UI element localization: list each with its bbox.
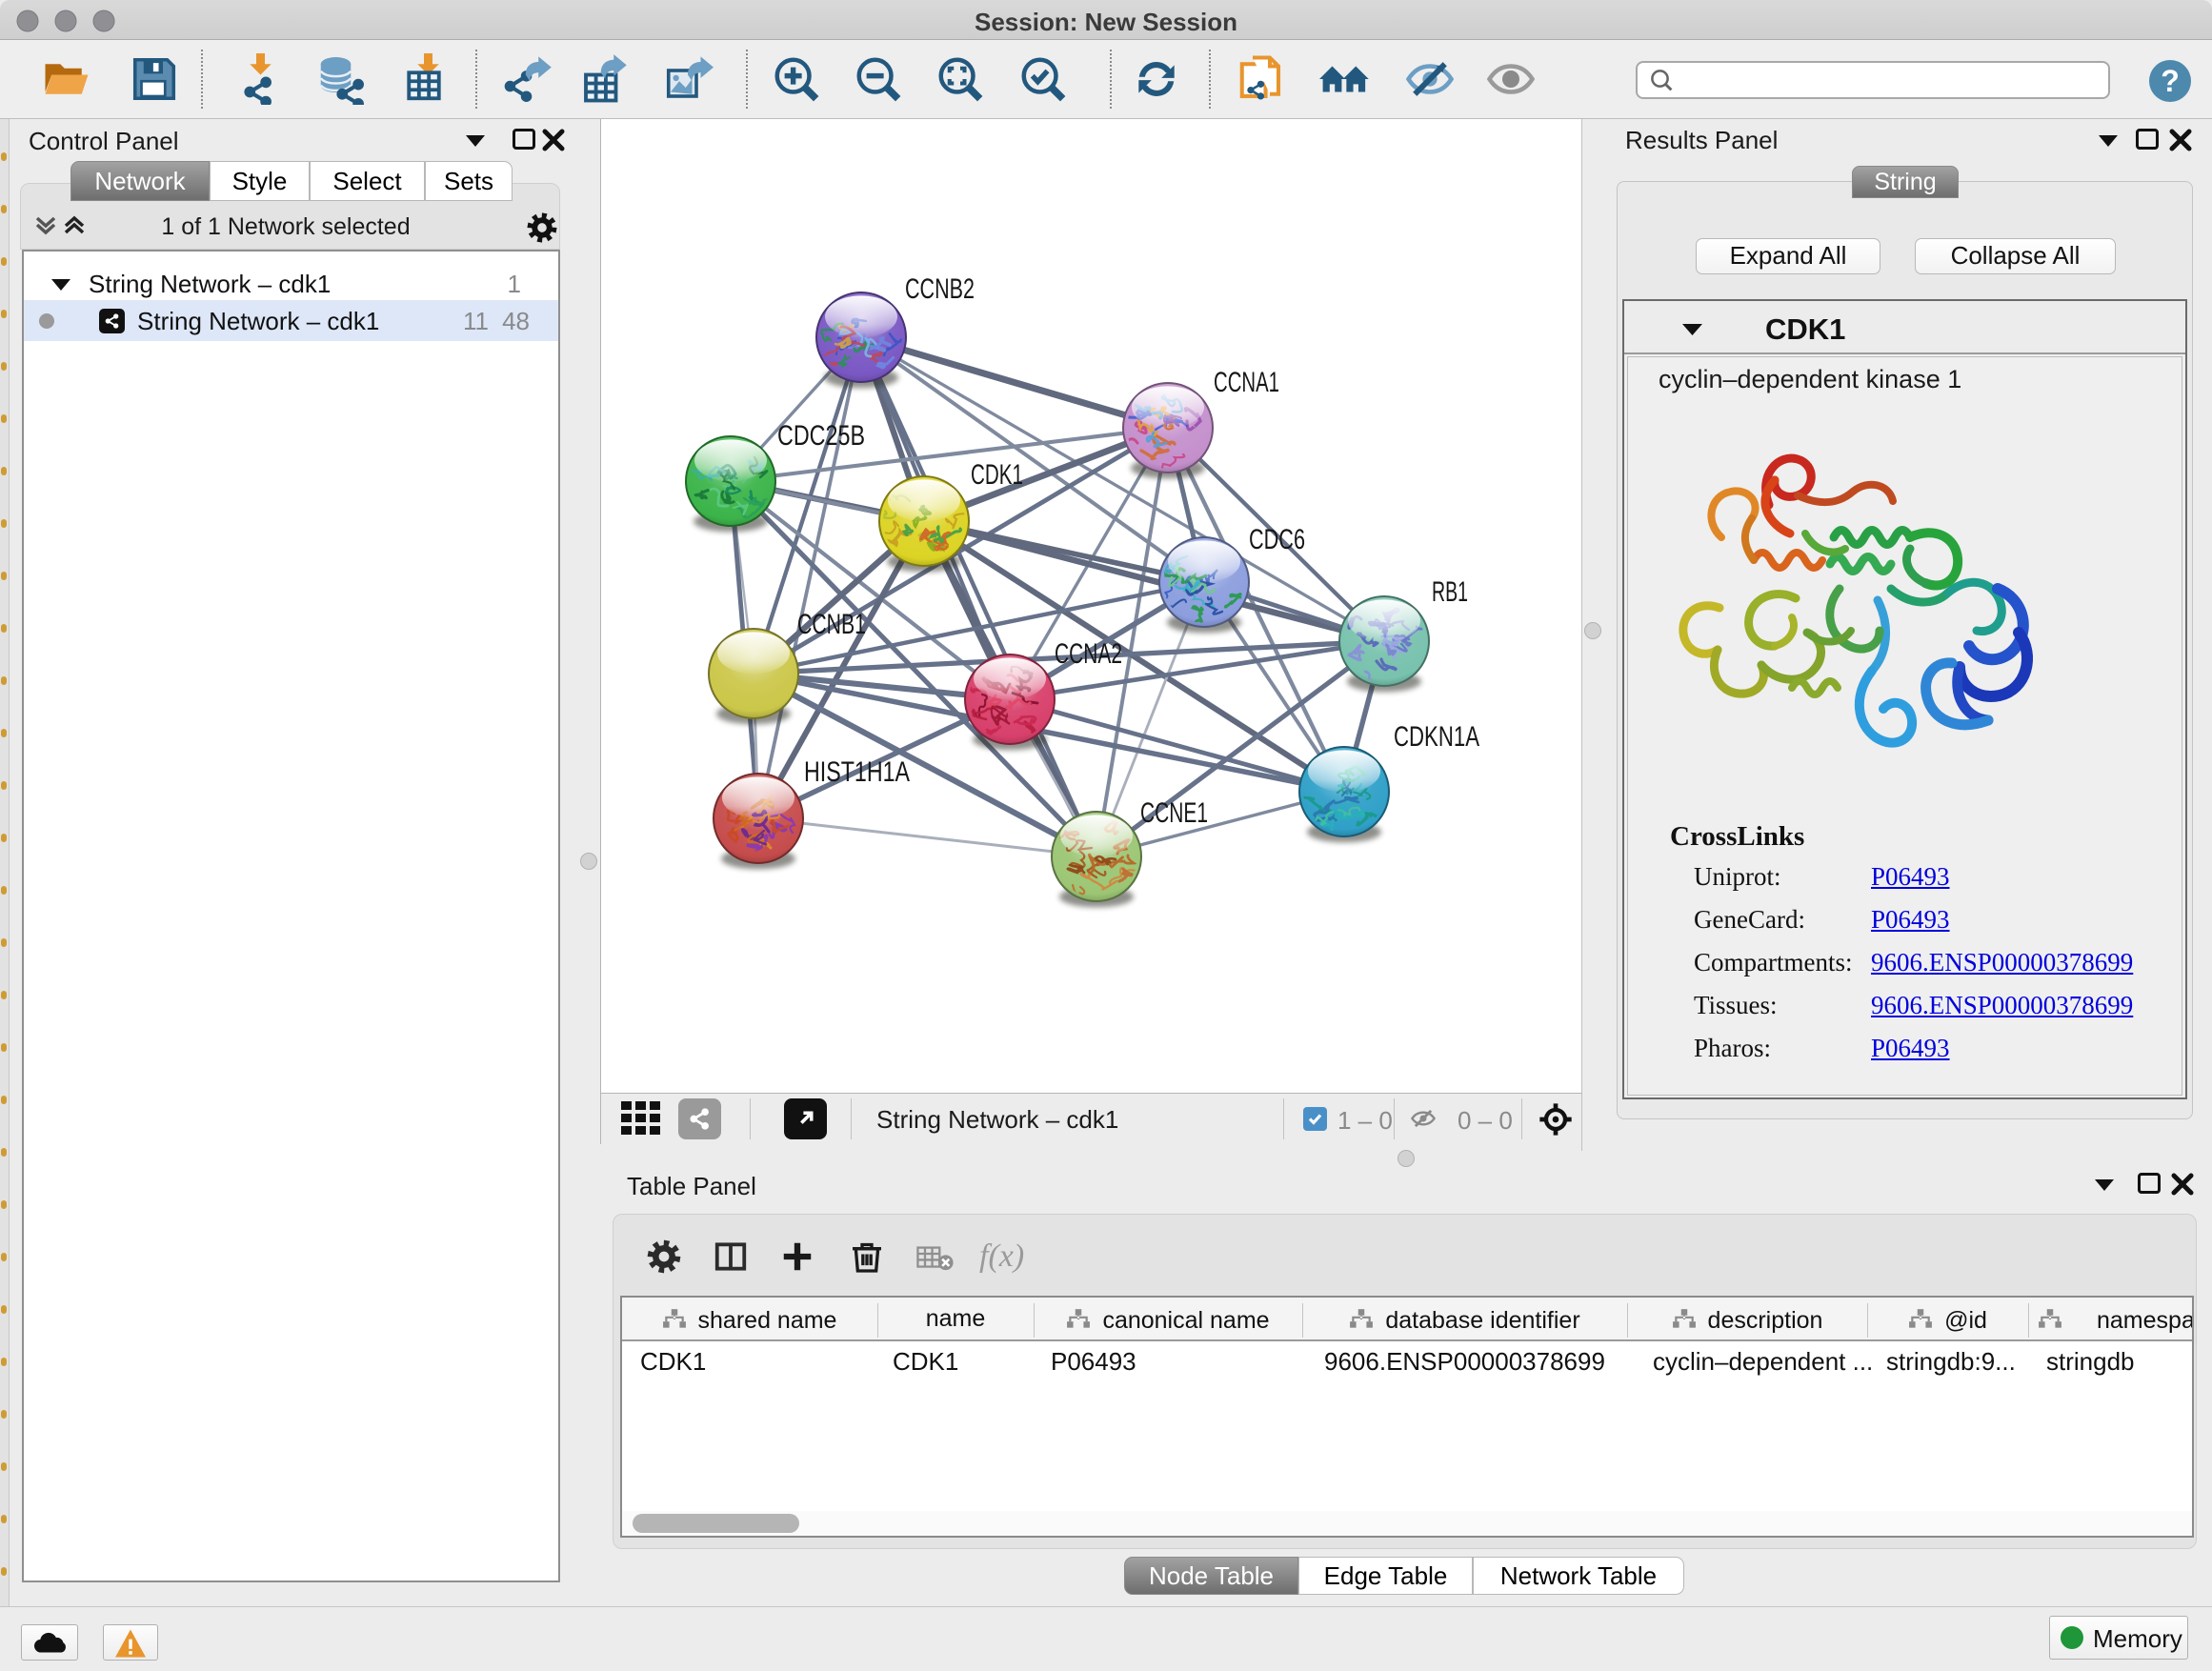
svg-text:CCNB2: CCNB2 [905,273,975,305]
svg-text:RB1: RB1 [1432,576,1468,608]
svg-text:CCNA2: CCNA2 [1055,638,1122,670]
svg-text:CDKN1A: CDKN1A [1394,721,1479,753]
svg-text:CCNE1: CCNE1 [1140,797,1208,829]
svg-text:CCNB1: CCNB1 [797,609,866,640]
svg-text:HIST1H1A: HIST1H1A [804,756,910,788]
svg-text:CDK1: CDK1 [971,459,1023,491]
svg-text:CDC25B: CDC25B [777,420,865,452]
svg-text:CDC6: CDC6 [1249,524,1305,555]
svg-text:CCNA1: CCNA1 [1214,367,1279,398]
